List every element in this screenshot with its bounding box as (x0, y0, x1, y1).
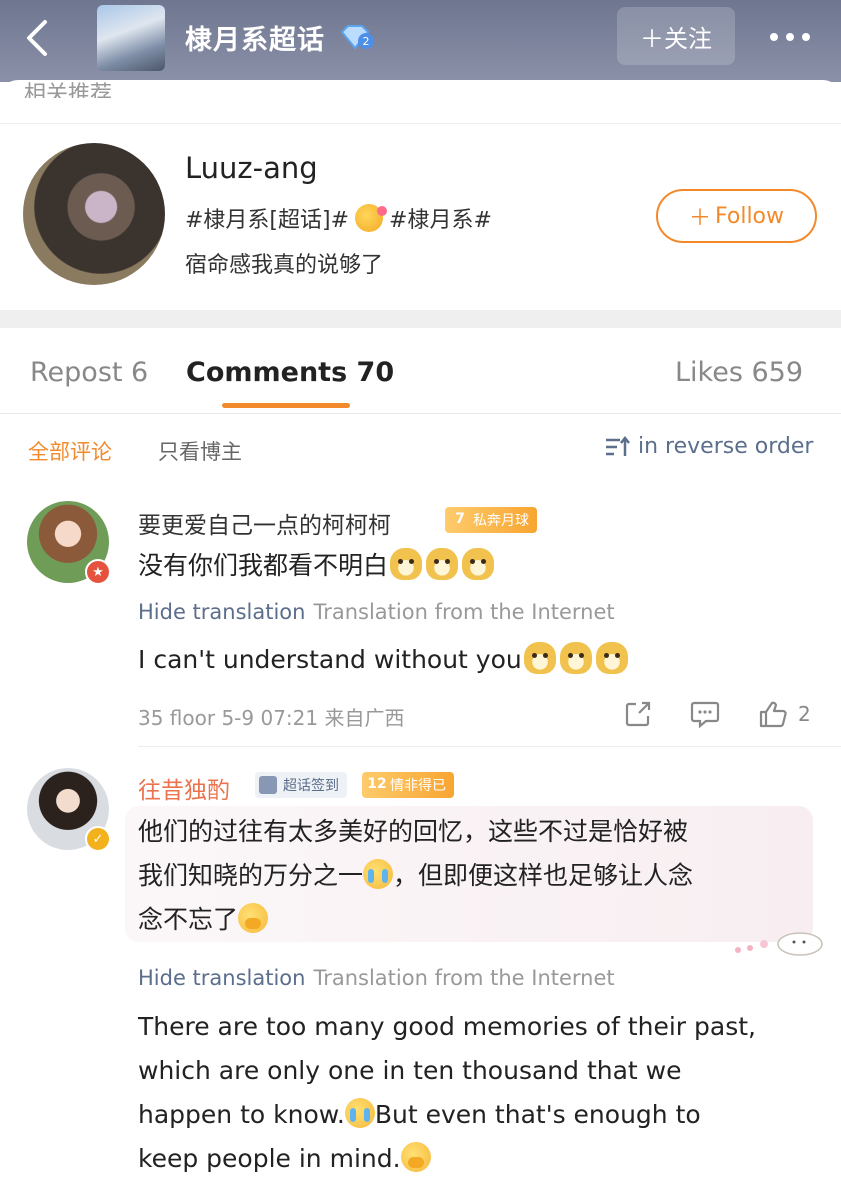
share-button[interactable] (622, 698, 654, 730)
comment-text-line: 他们的过往有太多美好的回忆，这些不过是恰好被 (138, 817, 689, 846)
section-separator (0, 310, 841, 328)
follow-label: Follow (715, 203, 785, 229)
topic-title: 棣月系超话 (185, 25, 325, 56)
comment-text-line: 念不忘了 (138, 898, 803, 942)
star-badge-icon: ★ (85, 559, 111, 585)
doge-emoji-icon (462, 548, 495, 580)
tab-comments[interactable]: Comments 70 (186, 357, 394, 388)
translated-line: keep people in mind. (138, 1137, 818, 1181)
doge-emoji-icon (390, 548, 423, 580)
translation-source: Translation from the Internet (313, 600, 615, 624)
cover-mouth-emoji-icon (238, 903, 269, 933)
sort-order-button[interactable]: in reverse order (604, 434, 813, 459)
share-icon (625, 701, 651, 727)
chevron-left-icon (27, 20, 47, 56)
comment-text-part: 念不忘了 (138, 905, 239, 934)
translated-line: happen to know. But even that's enough to (138, 1093, 818, 1137)
translated-line: There are too many good memories of thei… (138, 1012, 756, 1041)
crying-emoji-icon (344, 1098, 375, 1128)
comment-text: 没有你们我都看不明白 (138, 544, 496, 588)
tab-likes[interactable]: Likes 659 (675, 357, 803, 388)
translated-text: There are too many good memories of thei… (138, 1005, 818, 1181)
follow-author-button[interactable]: ＋ Follow (656, 189, 817, 243)
translation-row: Hide translation Translation from the Int… (138, 966, 615, 990)
comment-icon (690, 701, 720, 728)
sort-icon (606, 435, 630, 456)
hashtag-link[interactable]: #棣月系# (389, 202, 492, 234)
divider (0, 123, 841, 124)
level-number: 7 (455, 511, 465, 527)
hashtag-link[interactable]: #棣月系[超话]# (185, 202, 349, 234)
plus-icon: ＋ (688, 206, 711, 231)
fan-level-tag: 12 情非得已 (362, 772, 454, 798)
post-author-avatar[interactable] (23, 143, 165, 285)
checkin-label: 超话签到 (283, 778, 339, 794)
comment-text-content: 没有你们我都看不明白 (138, 551, 389, 580)
translated-line: which are only one in ten thousand that … (138, 1056, 682, 1085)
comment-text-part: ，但即便这样也足够让人念 (393, 861, 694, 890)
related-section-header: 相关推荐 (24, 82, 113, 98)
active-tab-indicator (222, 403, 350, 408)
translation-row: Hide translation Translation from the Int… (138, 600, 615, 624)
comment-author-name[interactable]: 往昔独酌 (138, 771, 230, 805)
tab-repost[interactable]: Repost 6 (30, 357, 148, 388)
diamond-level-icon: 2 (340, 25, 374, 50)
calendar-check-icon (259, 776, 277, 794)
kiss-emoji-icon (355, 204, 388, 232)
comment-text: 他们的过往有太多美好的回忆，这些不过是恰好被 我们知晓的万分之一 ，但即便这样也足… (138, 810, 803, 942)
doge-emoji-icon (595, 642, 628, 674)
comment-avatar[interactable]: ✓ (27, 768, 111, 852)
translated-part: happen to know. (138, 1100, 345, 1129)
top-bar: 棣月系超话 2 ＋关注 (0, 0, 841, 82)
sort-label: in reverse order (638, 434, 814, 459)
fan-level-tag: 7 私奔月球 (445, 507, 537, 533)
comment-avatar[interactable]: ★ (27, 501, 111, 585)
translated-text-content: I can't understand without you (138, 645, 522, 674)
more-dot-icon (786, 33, 794, 41)
thumbs-up-icon (759, 701, 787, 728)
hide-translation-link[interactable]: Hide translation (138, 600, 305, 624)
like-count: 2 (798, 702, 811, 726)
follow-topic-button[interactable]: ＋关注 (617, 7, 735, 65)
post-author-name[interactable]: Luuz-ang (185, 151, 318, 185)
level-number: 12 (367, 776, 387, 792)
level-label: 情非得已 (390, 778, 446, 794)
like-button[interactable] (757, 698, 789, 730)
reply-button[interactable] (689, 698, 721, 730)
post-tags: #棣月系[超话]# #棣月系# (185, 202, 492, 234)
back-button[interactable] (18, 16, 54, 60)
doge-emoji-icon (559, 642, 592, 674)
doge-emoji-icon (426, 548, 459, 580)
crying-emoji-icon (363, 859, 394, 889)
hide-translation-link[interactable]: Hide translation (138, 966, 305, 990)
doge-emoji-icon (523, 642, 556, 674)
divider (0, 413, 841, 414)
comment-author-name[interactable]: 要更爱自己一点的柯柯柯 (138, 506, 391, 540)
filter-author-only[interactable]: 只看博主 (158, 436, 242, 466)
filter-all-comments[interactable]: 全部评论 (28, 436, 112, 466)
cover-mouth-emoji-icon (400, 1142, 431, 1172)
level-label: 私奔月球 (473, 513, 529, 529)
checkin-tag: 超话签到 (255, 772, 347, 798)
translated-text: I can't understand without you (138, 638, 630, 682)
post-text: 宿命感我真的说够了 (185, 253, 384, 278)
comment-text-line: 我们知晓的万分之一 ，但即便这样也足够让人念 (138, 854, 803, 898)
translated-part: But even that's enough to (374, 1100, 701, 1129)
more-dot-icon (802, 33, 810, 41)
topic-thumbnail[interactable] (97, 5, 165, 71)
comment-meta: 35 floor 5-9 07:21 来自广西 (138, 706, 405, 730)
more-options-button[interactable] (765, 22, 815, 52)
divider (138, 746, 841, 747)
svg-text:2: 2 (363, 35, 370, 48)
comment-text-part: 我们知晓的万分之一 (138, 861, 364, 890)
more-dot-icon (770, 33, 778, 41)
translated-part: keep people in mind. (138, 1144, 401, 1173)
verified-badge-icon: ✓ (85, 826, 111, 852)
translation-source: Translation from the Internet (313, 966, 615, 990)
